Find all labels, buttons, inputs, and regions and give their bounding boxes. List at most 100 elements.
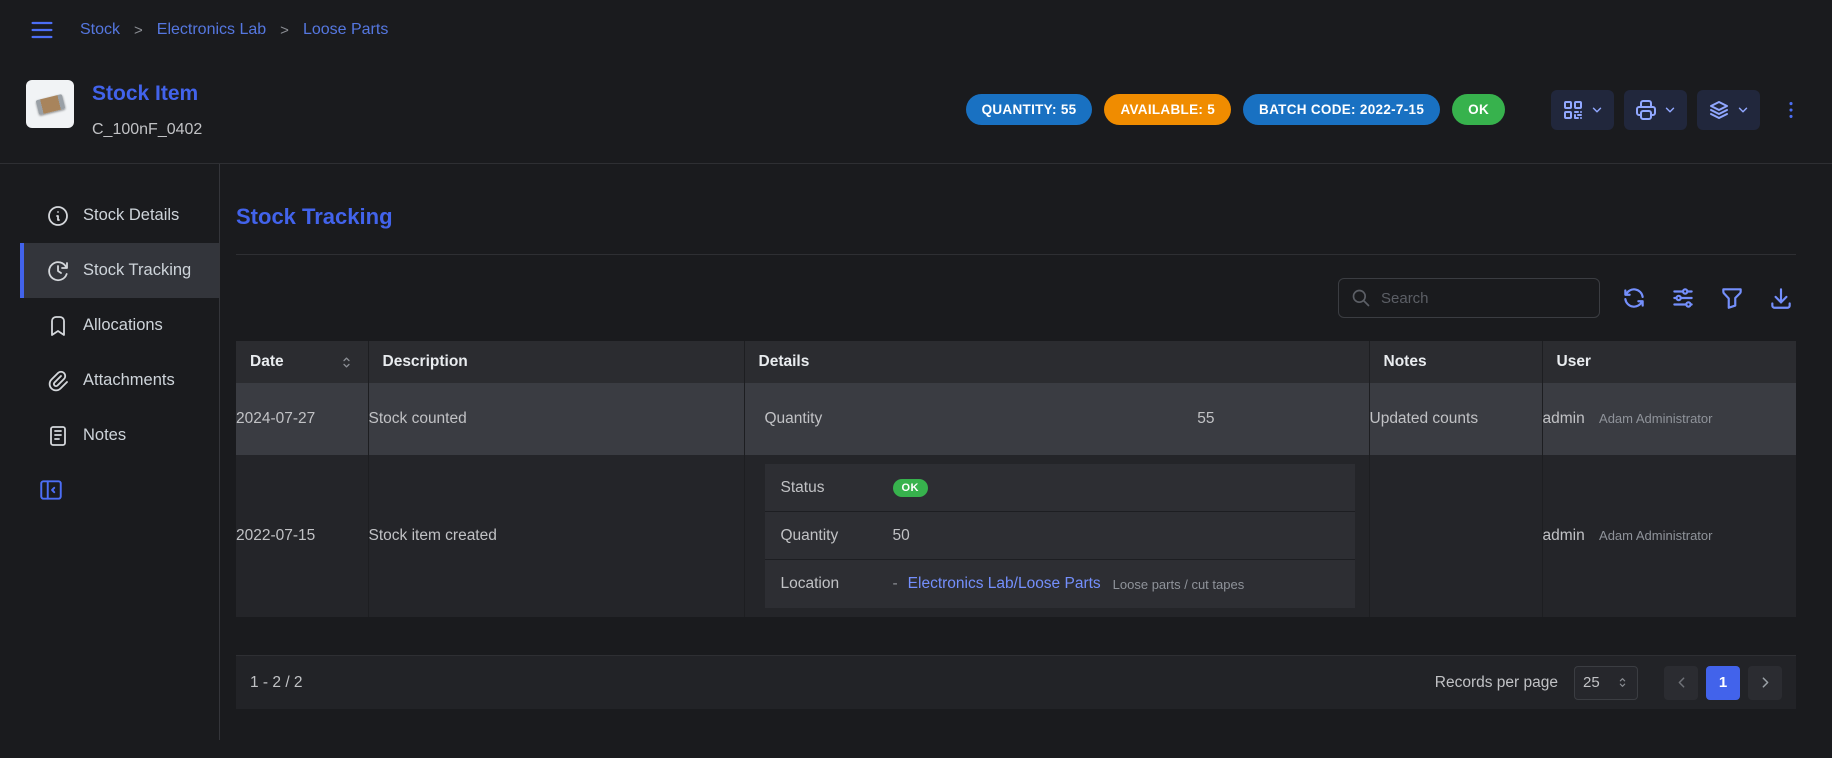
pagination: 1	[1664, 666, 1782, 700]
username: admin	[1543, 527, 1585, 544]
stock-tracking-table: Date Description Details Notes User 2024…	[236, 341, 1796, 617]
page-header: Stock Item C_100nF_0402 QUANTITY: 55 AVA…	[0, 60, 1832, 163]
available-badge: AVAILABLE: 5	[1104, 94, 1231, 125]
stock-actions-button[interactable]	[1697, 90, 1760, 130]
column-header-description: Description	[368, 341, 744, 383]
table-row[interactable]: 2024-07-27 Stock counted Quantity 55 Upd…	[236, 383, 1796, 455]
search-box	[1338, 278, 1600, 318]
status-badge: OK	[1452, 94, 1505, 125]
detail-sub-table: Status OK Quantity 50 Location - Electro…	[765, 464, 1355, 608]
notes-icon	[46, 424, 70, 448]
body-row: Stock Details Stock Tracking Allocations…	[0, 163, 1832, 740]
top-bar: Stock > Electronics Lab > Loose Parts	[0, 0, 1832, 60]
detail-value: 55	[1197, 410, 1214, 428]
table-header-row: Date Description Details Notes User	[236, 341, 1796, 383]
location-link[interactable]: Electronics Lab/Loose Parts	[908, 575, 1101, 593]
sort-icon	[339, 355, 354, 370]
next-page-button[interactable]	[1748, 666, 1782, 700]
detail-row: Quantity 55	[745, 410, 1369, 428]
column-header-date[interactable]: Date	[236, 341, 368, 383]
section-heading: Stock Tracking	[236, 204, 1796, 230]
column-header-user: User	[1542, 341, 1796, 383]
header-left: Stock Item C_100nF_0402	[26, 80, 202, 139]
cell-description: Stock counted	[368, 383, 744, 455]
print-actions-button[interactable]	[1624, 90, 1687, 130]
sidebar-item-stock-details[interactable]: Stock Details	[20, 188, 219, 243]
page-1-button[interactable]: 1	[1706, 666, 1740, 700]
detail-key: Status	[781, 479, 893, 497]
sidebar-item-allocations[interactable]: Allocations	[20, 298, 219, 353]
records-per-page-value: 25	[1583, 674, 1600, 691]
sidebar-collapse-icon[interactable]	[20, 477, 64, 503]
status-ok-badge: OK	[893, 479, 928, 497]
records-per-page-label: Records per page	[1435, 674, 1558, 692]
refresh-icon[interactable]	[1619, 283, 1649, 313]
column-header-details: Details	[744, 341, 1369, 383]
filter-icon[interactable]	[1717, 283, 1747, 313]
title-block: Stock Item C_100nF_0402	[92, 80, 202, 139]
cell-description: Stock item created	[368, 455, 744, 617]
sidebar-item-stock-tracking[interactable]: Stock Tracking	[20, 243, 219, 298]
sidebar-item-label: Notes	[83, 426, 126, 445]
detail-key: Location	[781, 575, 893, 593]
breadcrumb-electronics-lab[interactable]: Electronics Lab	[157, 21, 266, 39]
selector-icon	[1616, 676, 1629, 689]
sidebar: Stock Details Stock Tracking Allocations…	[0, 164, 220, 740]
cell-user: admin Adam Administrator	[1542, 383, 1796, 455]
chevron-down-icon	[1590, 103, 1604, 117]
part-thumbnail[interactable]	[26, 80, 74, 128]
record-range: 1 - 2 / 2	[250, 674, 303, 692]
page-title: Stock Item	[92, 82, 202, 106]
prev-page-button[interactable]	[1664, 666, 1698, 700]
barcode-actions-icon	[1561, 98, 1585, 122]
table-row[interactable]: 2022-07-15 Stock item created Status OK …	[236, 455, 1796, 617]
column-header-notes: Notes	[1369, 341, 1542, 383]
sidebar-item-label: Allocations	[83, 316, 163, 335]
records-per-page-select[interactable]: 25	[1574, 666, 1638, 700]
cell-notes: Updated counts	[1369, 383, 1542, 455]
column-label: Date	[250, 353, 284, 371]
column-settings-icon[interactable]	[1668, 283, 1698, 313]
cell-date: 2022-07-15	[236, 455, 368, 617]
sidebar-item-notes[interactable]: Notes	[20, 408, 219, 463]
print-actions-icon	[1634, 98, 1658, 122]
table-footer: 1 - 2 / 2 Records per page 25 1	[236, 655, 1796, 709]
detail-key: Quantity	[765, 410, 823, 428]
sidebar-item-label: Stock Tracking	[83, 261, 191, 280]
dots-menu-icon[interactable]	[1776, 95, 1806, 125]
chevron-down-icon	[1736, 103, 1750, 117]
sidebar-item-attachments[interactable]: Attachments	[20, 353, 219, 408]
capacitor-image	[35, 93, 65, 114]
sidebar-item-label: Attachments	[83, 371, 175, 390]
location-dash: -	[893, 575, 898, 593]
menu-icon[interactable]	[26, 14, 58, 46]
info-icon	[46, 204, 70, 228]
chevron-left-icon	[1673, 674, 1690, 691]
part-name: C_100nF_0402	[92, 121, 202, 139]
user-fullname: Adam Administrator	[1599, 528, 1712, 543]
header-toolbar	[1551, 90, 1806, 130]
status-badges: QUANTITY: 55 AVAILABLE: 5 BATCH CODE: 20…	[966, 94, 1505, 125]
barcode-actions-button[interactable]	[1551, 90, 1614, 130]
stock-actions-icon	[1707, 98, 1731, 122]
main-panel: Stock Tracking	[220, 164, 1832, 740]
footer-right: Records per page 25 1	[1435, 666, 1782, 700]
breadcrumb-separator: >	[134, 22, 143, 39]
chevron-right-icon	[1757, 674, 1774, 691]
history-icon	[46, 259, 70, 283]
download-icon[interactable]	[1766, 283, 1796, 313]
detail-row-location: Location - Electronics Lab/Loose Parts L…	[765, 560, 1355, 608]
user-fullname: Adam Administrator	[1599, 411, 1712, 426]
search-input[interactable]	[1381, 290, 1587, 307]
cell-details: Status OK Quantity 50 Location - Electro…	[744, 455, 1369, 617]
table-toolbar	[236, 255, 1796, 341]
cell-user: admin Adam Administrator	[1542, 455, 1796, 617]
breadcrumb-loose-parts[interactable]: Loose Parts	[303, 21, 388, 39]
chevron-down-icon	[1663, 103, 1677, 117]
breadcrumb-stock[interactable]: Stock	[80, 21, 120, 39]
detail-row-quantity: Quantity 50	[765, 512, 1355, 560]
cell-date: 2024-07-27	[236, 383, 368, 455]
detail-row-status: Status OK	[765, 464, 1355, 512]
breadcrumb: Stock > Electronics Lab > Loose Parts	[80, 21, 388, 39]
sidebar-item-label: Stock Details	[83, 206, 179, 225]
